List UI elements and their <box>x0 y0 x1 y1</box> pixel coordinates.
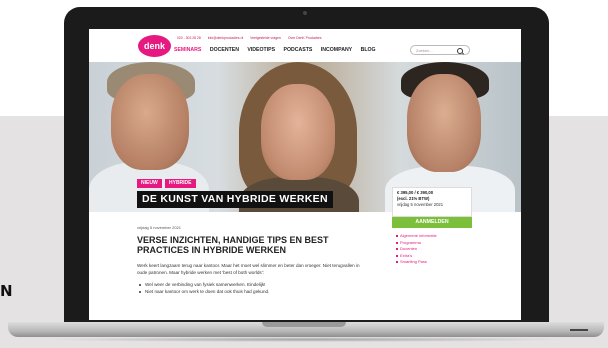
laptop-shadow <box>40 337 570 342</box>
side-links: Algemene informatie Programma Docenten E… <box>396 233 437 266</box>
search-placeholder: Zoeken... <box>416 48 433 53</box>
main-nav: SEMINARS DOCENTEN VIDEOTIPS PODCASTS INC… <box>174 47 383 55</box>
nav-podcasts[interactable]: PODCASTS <box>284 47 313 53</box>
event-date: vrijdag 5 november 2021 <box>397 202 444 207</box>
top-contact-bar: 020 - 303 28 28 info@denkproducties.nl V… <box>177 36 328 40</box>
email-link[interactable]: info@denkproducties.nl <box>208 36 244 40</box>
phone-link[interactable]: 020 - 303 28 28 <box>177 36 201 40</box>
nav-blog[interactable]: BLOG <box>361 47 376 53</box>
article: vrijdag 5 november 2021 VERSE INZICHTEN,… <box>137 225 367 295</box>
person-2-face <box>261 84 335 180</box>
nav-docenten[interactable]: DOCENTEN <box>210 47 239 53</box>
tag-hybride: HYBRIDE <box>165 179 196 188</box>
base-detail <box>570 329 588 331</box>
person-1-face <box>111 74 189 170</box>
camera-icon <box>303 11 307 15</box>
nav-incompany[interactable]: INCOMPANY <box>321 47 352 53</box>
laptop-notch <box>262 322 346 327</box>
tag-nieuw: NIEUW <box>137 179 162 188</box>
article-heading: VERSE INZICHTEN, HANDIGE TIPS EN BEST PR… <box>137 235 329 255</box>
faq-link[interactable]: Veelgestelde vragen <box>250 36 281 40</box>
register-button[interactable]: AANMELDEN <box>392 217 472 228</box>
hero-title: DE KUNST VAN HYBRIDE WERKEN <box>137 191 333 208</box>
about-link[interactable]: Over DenK Producties <box>288 36 322 40</box>
denk-logo[interactable]: denk <box>138 35 171 57</box>
article-paragraph: Werk keert langzaam terug naar kantoor. … <box>137 263 360 275</box>
laptop-screen: 020 - 303 28 28 info@denkproducties.nl V… <box>89 29 521 320</box>
article-bullet: Niet naar kantoor om werk te doen dat oo… <box>137 288 367 295</box>
side-link-pass[interactable]: Smartling Pass <box>396 259 437 266</box>
nav-videotips[interactable]: VIDEOTIPS <box>247 47 275 53</box>
search-input[interactable]: Zoeken... <box>410 45 470 55</box>
search-icon[interactable] <box>457 48 463 54</box>
price-box: € 395,00 / € 390,00 (excl. 21% BTW) vrij… <box>392 187 472 217</box>
nav-seminars[interactable]: SEMINARS <box>174 47 201 53</box>
side-text: N <box>0 282 13 300</box>
article-bullet: Wel weer de verbinding van fysiek samenw… <box>137 281 367 288</box>
person-3-face <box>407 74 481 172</box>
article-date: vrijdag 5 november 2021 <box>137 225 182 230</box>
